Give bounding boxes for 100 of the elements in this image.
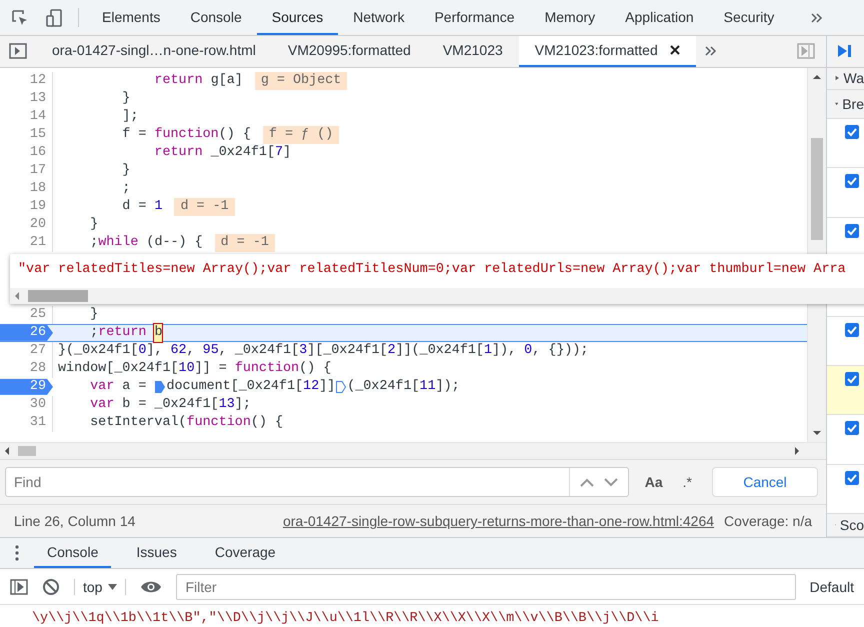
- console-message: \y\\j\\1q\\1b\\1t\\B","\\D\\j\\j\\J\\u\\1l\\R\\R\\X\\X\\X\\m\\v\\B\\B\\j\\D\\i: [31, 610, 660, 626]
- next-match-icon[interactable]: [604, 478, 618, 487]
- scroll-left-icon[interactable]: [14, 292, 20, 300]
- cursor-position: Line 26, Column 14: [14, 513, 136, 530]
- checkbox[interactable]: [845, 372, 859, 386]
- line-number[interactable]: 26: [0, 324, 53, 342]
- scroll-left-icon[interactable]: [4, 447, 10, 456]
- cancel-button[interactable]: Cancel: [712, 467, 818, 498]
- panel-tab[interactable]: Memory: [530, 0, 610, 35]
- coverage-status: Coverage: n/a: [724, 513, 812, 530]
- panel-tab[interactable]: Elements: [87, 0, 176, 35]
- line-number[interactable]: 21: [0, 234, 53, 252]
- line-number[interactable]: 31: [0, 414, 53, 432]
- drawer-tab[interactable]: Console: [34, 538, 112, 568]
- current-token: b: [154, 324, 162, 342]
- line-number[interactable]: 30: [0, 396, 53, 414]
- scroll-thumb[interactable]: [811, 138, 823, 240]
- previous-match-icon[interactable]: [580, 478, 594, 487]
- line-number[interactable]: 19: [0, 198, 53, 216]
- line-number[interactable]: 12: [0, 72, 53, 90]
- inspect-icon[interactable]: [11, 8, 29, 26]
- file-tab[interactable]: VM21023: [426, 36, 519, 67]
- code-text: return _0x24f1[7]: [153, 144, 292, 162]
- scroll-down-icon[interactable]: [813, 430, 821, 436]
- sidebar-toggle-icon[interactable]: [797, 43, 815, 60]
- checkbox[interactable]: [845, 470, 859, 485]
- panel-tab[interactable]: Console: [175, 0, 257, 35]
- eye-icon[interactable]: [140, 580, 162, 594]
- checkbox[interactable]: [845, 174, 859, 188]
- checkbox[interactable]: [845, 421, 859, 436]
- more-tabs-icon[interactable]: [704, 46, 717, 56]
- panel-tab[interactable]: Application: [610, 0, 709, 35]
- scroll-up-icon[interactable]: [813, 74, 821, 80]
- breakpoint-marker-icon[interactable]: [336, 380, 346, 393]
- file-tab[interactable]: ora-01427-singl…n-one-row.html: [36, 36, 272, 67]
- more-options-icon[interactable]: [15, 545, 19, 561]
- line-number[interactable]: 20: [0, 216, 53, 234]
- panel-tab[interactable]: Security: [708, 0, 790, 35]
- file-tab[interactable]: VM21023:formatted: [518, 36, 696, 67]
- line-number[interactable]: 18: [0, 180, 53, 198]
- checkbox[interactable]: [845, 124, 859, 139]
- line-number[interactable]: 27: [0, 342, 53, 360]
- regex-toggle[interactable]: .*: [678, 474, 702, 490]
- code-text: window[_0x24f1[10]] = function() {: [57, 360, 332, 378]
- find-field[interactable]: Find: [5, 467, 629, 498]
- line-number[interactable]: 17: [0, 162, 53, 180]
- match-case-toggle[interactable]: Aa: [638, 474, 669, 490]
- line-number[interactable]: 28: [0, 360, 53, 378]
- file-tab[interactable]: VM20995:formatted: [272, 36, 427, 67]
- log-levels-dropdown[interactable]: Default: [810, 578, 854, 594]
- code-text: ;while (d--) {: [89, 234, 203, 252]
- checkbox[interactable]: [845, 224, 859, 238]
- line-number[interactable]: 15: [0, 126, 53, 144]
- navigator-toggle-icon[interactable]: [9, 43, 27, 60]
- line-number[interactable]: 14: [0, 108, 53, 126]
- panel-tab[interactable]: Network: [338, 0, 420, 35]
- checkbox[interactable]: [845, 322, 859, 337]
- inline-value: f = ƒ (): [262, 126, 340, 144]
- code-text: }: [89, 216, 98, 234]
- inline-value: d = -1: [174, 198, 235, 216]
- resume-icon[interactable]: [837, 43, 853, 60]
- code-text: document[_0x24f1[12]]: [166, 378, 336, 396]
- scroll-thumb[interactable]: [28, 290, 88, 302]
- source-link[interactable]: ora-01427-single-row-subquery-returns-more-than-one-row.html:4264: [282, 513, 714, 530]
- scroll-thumb[interactable]: [18, 446, 36, 456]
- panel-tab[interactable]: Performance: [419, 0, 530, 35]
- line-number[interactable]: 13: [0, 90, 53, 108]
- expand-icon[interactable]: [835, 74, 840, 82]
- breakpoint-row[interactable]: [827, 366, 864, 416]
- code-text: d = 1: [121, 198, 162, 216]
- code-text: var a =: [89, 378, 148, 396]
- code-text: f = function() {: [121, 126, 251, 144]
- inline-value: g = Object: [254, 72, 348, 90]
- sidebar-toggle-icon[interactable]: [10, 578, 28, 594]
- drawer-tab[interactable]: Coverage: [202, 538, 289, 568]
- inline-value: d = -1: [214, 234, 275, 252]
- caret-icon: [108, 584, 118, 590]
- filter-field[interactable]: Filter: [176, 574, 796, 600]
- popover-scrollbar[interactable]: [10, 288, 864, 304]
- line-number[interactable]: 29: [0, 378, 53, 396]
- device-icon[interactable]: [45, 8, 65, 28]
- code-text: }: [121, 90, 130, 108]
- scroll-right-icon[interactable]: [794, 447, 800, 456]
- clear-icon[interactable]: [42, 578, 60, 596]
- popover-value: "var relatedTitles=new Array();var relatedTitlesNum=0;var relatedUrls=new Array();var thumburl=new Arra: [17, 261, 847, 279]
- horizontal-scrollbar[interactable]: [0, 442, 826, 460]
- code-text: return g[a]: [153, 72, 243, 90]
- drawer-tab[interactable]: Issues: [123, 538, 190, 568]
- more-tabs-icon[interactable]: [811, 12, 824, 22]
- code-text: (_0x24f1[11]);: [347, 378, 460, 396]
- code-text: }(_0x24f1[0], 62, 95, _0x24f1[3][_0x24f1[2]](_0x24f1[1]), 0, {}));: [57, 342, 588, 360]
- code-text: }: [89, 306, 98, 324]
- code-text: }: [121, 162, 130, 180]
- code-text: var b = _0x24f1[13];: [89, 396, 251, 414]
- close-icon[interactable]: [670, 45, 680, 56]
- line-number[interactable]: 16: [0, 144, 53, 162]
- code-text: setInterval(function() {: [89, 414, 284, 432]
- code-text: ;: [121, 180, 130, 198]
- breakpoint-marker-icon[interactable]: [155, 380, 166, 393]
- context-dropdown[interactable]: top: [74, 578, 126, 594]
